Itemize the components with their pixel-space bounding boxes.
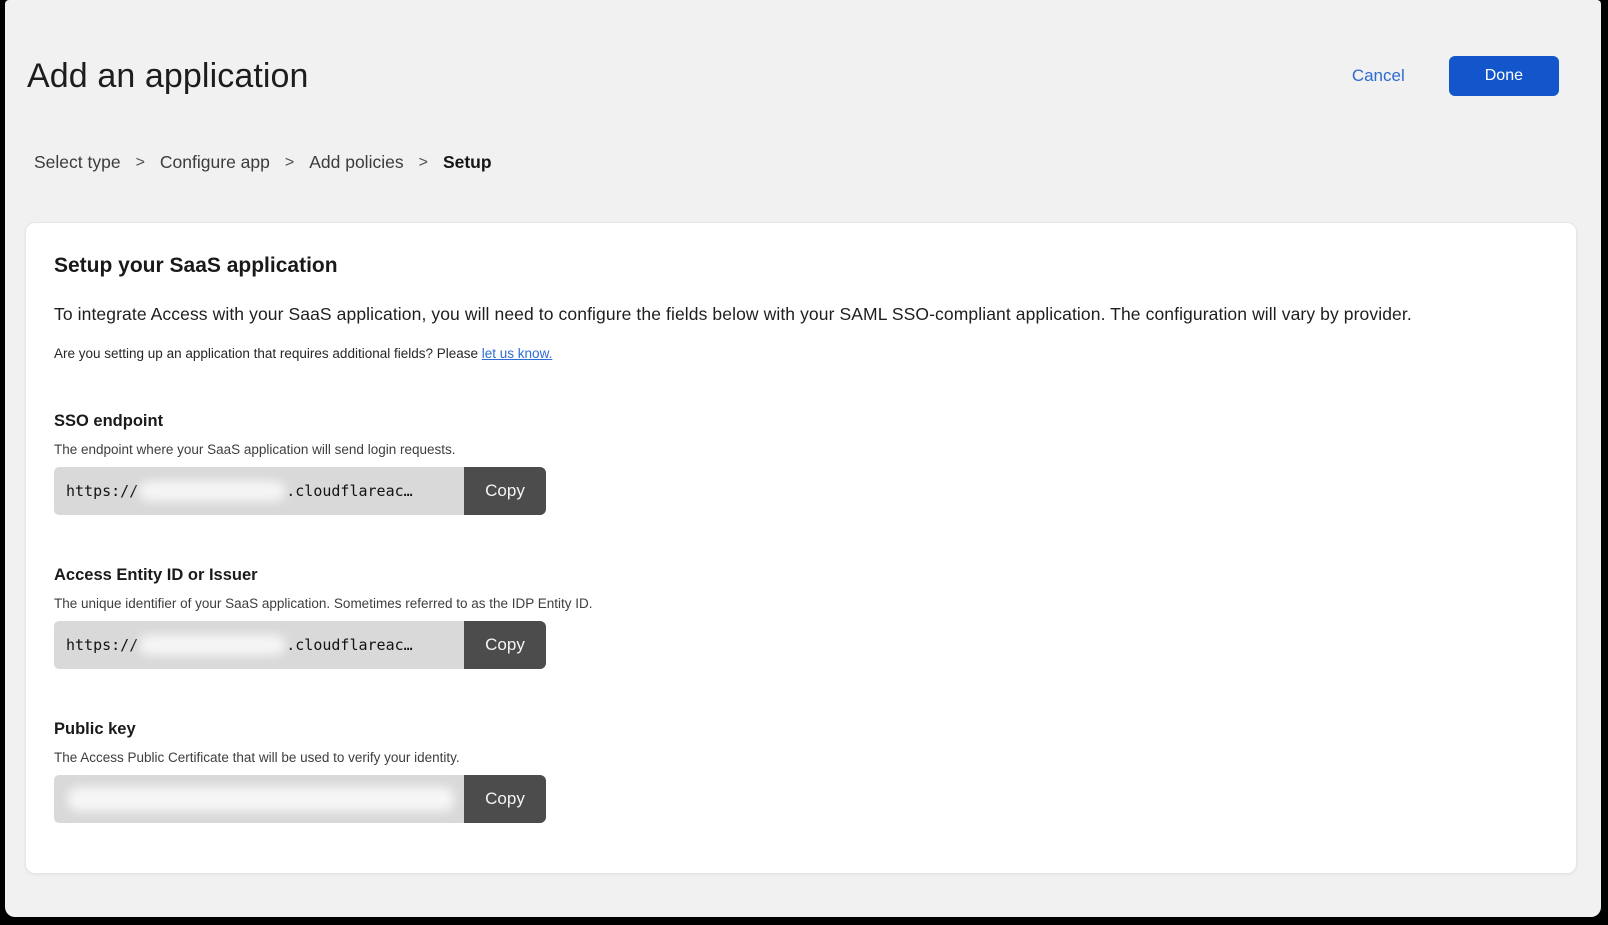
copy-button-sso-endpoint[interactable]: Copy [464,467,546,515]
field-label: SSO endpoint [54,412,1548,431]
let-us-know-link[interactable]: let us know. [482,346,553,361]
breadcrumb-step-setup: Setup [443,152,492,173]
field-description: The Access Public Certificate that will … [54,750,1548,765]
card-note-text: Are you setting up an application that r… [54,346,482,361]
access-entity-id-value: https:// .cloudflareac… [54,621,464,669]
field-sso-endpoint: SSO endpoint The endpoint where your Saa… [54,412,1548,515]
breadcrumb-separator: > [285,154,294,172]
copy-row: https:// .cloudflareac… Copy [54,467,546,515]
redacted-value [139,481,285,501]
field-access-entity-id: Access Entity ID or Issuer The unique id… [54,566,1548,669]
breadcrumb: Select type > Configure app > Add polici… [5,96,1601,173]
sso-endpoint-value: https:// .cloudflareac… [54,467,464,515]
copy-button-access-entity-id[interactable]: Copy [464,621,546,669]
copy-button-public-key[interactable]: Copy [464,775,546,823]
card-intro: To integrate Access with your SaaS appli… [54,304,1548,325]
value-suffix: .cloudflareac… [286,636,412,654]
redacted-value [68,787,454,811]
card-note: Are you setting up an application that r… [54,346,1548,361]
breadcrumb-step-add-policies[interactable]: Add policies [309,152,403,173]
cancel-button[interactable]: Cancel [1352,66,1405,86]
redacted-value [139,635,285,655]
value-prefix: https:// [66,636,138,654]
field-public-key: Public key The Access Public Certificate… [54,720,1548,823]
field-description: The endpoint where your SaaS application… [54,442,1548,457]
public-key-value [54,775,464,823]
header-actions: Cancel Done [1352,56,1559,96]
field-label: Public key [54,720,1548,739]
page: Add an application Cancel Done Select ty… [5,0,1601,917]
field-description: The unique identifier of your SaaS appli… [54,596,1548,611]
value-suffix: .cloudflareac… [286,482,412,500]
setup-card: Setup your SaaS application To integrate… [25,222,1577,874]
page-header: Add an application Cancel Done [5,0,1601,96]
value-prefix: https:// [66,482,138,500]
breadcrumb-separator: > [136,154,145,172]
page-title: Add an application [27,57,309,96]
card-heading: Setup your SaaS application [54,254,1548,278]
breadcrumb-separator: > [419,154,428,172]
field-label: Access Entity ID or Issuer [54,566,1548,585]
breadcrumb-step-select-type[interactable]: Select type [34,152,121,173]
copy-row: https:// .cloudflareac… Copy [54,621,546,669]
copy-row: Copy [54,775,546,823]
breadcrumb-step-configure-app[interactable]: Configure app [160,152,270,173]
done-button[interactable]: Done [1449,56,1559,96]
